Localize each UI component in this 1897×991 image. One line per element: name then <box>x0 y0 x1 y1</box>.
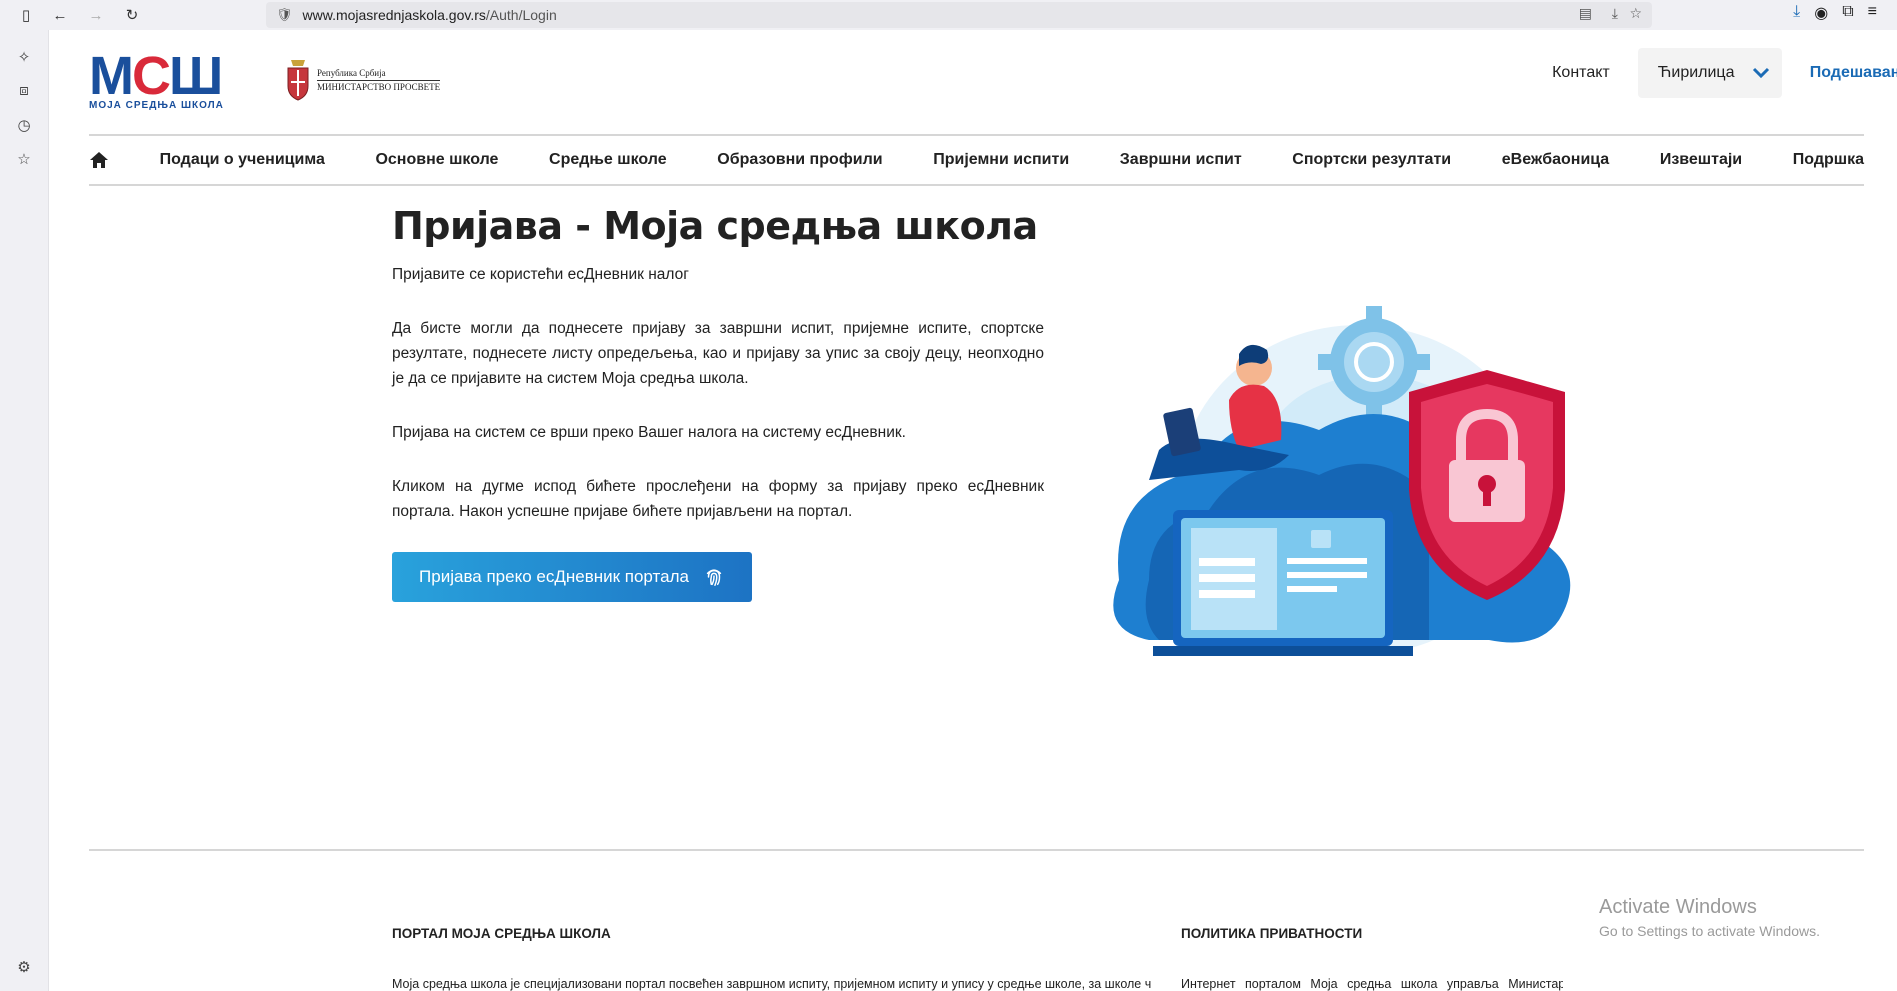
sidebar-toggle-icon[interactable]: ▯ <box>14 3 38 27</box>
back-icon[interactable]: ← <box>48 3 72 27</box>
footer-privacy-title[interactable]: ПОЛИТИКА ПРИВАТНОСТИ <box>1181 926 1362 941</box>
footer-divider <box>89 849 1864 851</box>
nav-item-reports[interactable]: Извештаји <box>1660 151 1742 169</box>
nav-item-support[interactable]: Подршка <box>1793 151 1864 169</box>
nav-item-evezbaonica[interactable]: еВежбаоница <box>1502 151 1609 169</box>
coat-of-arms-icon <box>287 60 309 101</box>
info-paragraph-2: Пријава на систем се врши преко Вашег на… <box>392 424 906 441</box>
home-icon[interactable] <box>89 150 109 170</box>
url-host: www.mojasrednjaskola.gov.rs <box>302 7 486 23</box>
footer-portal-title: ПОРТАЛ МОЈА СРЕДЊА ШКОЛА <box>392 926 611 941</box>
nav-item-students-data[interactable]: Подаци о ученицима <box>160 151 325 169</box>
ministry-logo[interactable]: Република Србија МИНИСТАРСТВО ПРОСВЕТЕ <box>285 58 441 102</box>
security-illustration <box>1113 306 1571 656</box>
downloads-icon[interactable]: ⤓ <box>1793 3 1800 23</box>
logo-letter-sh: Ш <box>168 46 223 106</box>
bookmarks-icon[interactable]: ☆ <box>14 150 34 170</box>
info-paragraph-1: Да бисте могли да поднесете пријаву за з… <box>392 320 1044 387</box>
ministry-line2: МИНИСТАРСТВО ПРОСВЕТЕ <box>317 79 441 92</box>
login-button-label: Пријава преко есДневник портала <box>419 567 689 586</box>
msh-logo[interactable]: МСШ МОЈА СРЕДЊА ШКОЛА <box>89 46 229 111</box>
extensions-icon[interactable]: ⧉ <box>1842 3 1853 23</box>
save-page-icon[interactable]: ⤓ <box>1612 5 1618 22</box>
language-value: Ћирилица <box>1657 64 1735 81</box>
nav-item-sports-results[interactable]: Спортски резултати <box>1292 151 1451 169</box>
site-header: МСШ МОЈА СРЕДЊА ШКОЛА Република Србија М… <box>89 48 1897 120</box>
nav-item-primary-schools[interactable]: Основне школе <box>375 151 498 169</box>
ai-sparkle-icon[interactable]: ✧ <box>14 48 34 68</box>
contact-link[interactable]: Контакт <box>1552 64 1610 82</box>
account-icon[interactable]: ◉ <box>1814 3 1828 23</box>
nav-item-entrance-exams[interactable]: Пријемни испити <box>933 151 1069 169</box>
intro-text: Пријавите се користећи есДневник налог <box>392 266 689 283</box>
bookmark-star-icon[interactable]: ☆ <box>1629 5 1642 22</box>
ministry-line1: Република Србија <box>317 67 386 78</box>
web-page: МСШ МОЈА СРЕДЊА ШКОЛА Република Србија М… <box>49 30 1897 991</box>
logo-subtitle: МОЈА СРЕДЊА ШКОЛА <box>89 100 224 111</box>
footer-portal-text: Моја средња школа је специјализовани пор… <box>392 977 1152 991</box>
logo-letter-m: М <box>89 46 134 106</box>
fingerprint-icon <box>706 569 722 586</box>
activate-title: Activate Windows <box>1599 896 1757 918</box>
browser-toolbar: ▯ ← → ↻ 🛡 www.mojasrednjaskola.gov.rs/Au… <box>0 0 1897 30</box>
nav-item-final-exam[interactable]: Завршни испит <box>1120 151 1242 169</box>
shield-icon: 🛡 <box>276 7 293 22</box>
login-content: Пријава - Моја средња школа Пријавите се… <box>392 204 1044 602</box>
settings-link[interactable]: Подешавања <box>1810 64 1897 82</box>
address-bar[interactable]: 🛡 www.mojasrednjaskola.gov.rs/Auth/Login… <box>266 2 1652 28</box>
reload-icon[interactable]: ↻ <box>120 3 144 27</box>
main-nav: Подаци о ученицима Основне школе Средње … <box>89 134 1864 186</box>
esdnevnik-login-button[interactable]: Пријава преко есДневник портала <box>392 552 752 602</box>
nav-item-education-profiles[interactable]: Образовни профили <box>717 151 882 169</box>
nav-item-secondary-schools[interactable]: Средње школе <box>549 151 667 169</box>
info-paragraph-3: Кликом на дугме испод бићете прослеђени … <box>392 478 1044 520</box>
page-title: Пријава - Моја средња школа <box>392 204 1038 248</box>
reader-view-icon[interactable]: ▤ <box>1579 5 1592 22</box>
logo-letter-s: С <box>131 46 171 106</box>
menu-icon[interactable]: ≡ <box>1868 3 1877 23</box>
activate-subtitle: Go to Settings to activate Windows. <box>1599 923 1820 939</box>
forward-icon[interactable]: → <box>84 3 108 27</box>
footer-privacy-text: Интернет порталом Моја средња школа упра… <box>1181 977 1563 991</box>
url-path: /Auth/Login <box>485 7 557 23</box>
sidebar-settings-icon[interactable]: ⚙ <box>14 958 34 978</box>
synced-tabs-icon[interactable]: ⧈ <box>14 82 34 102</box>
language-select[interactable]: Ћирилица <box>1637 48 1782 98</box>
history-icon[interactable]: ◷ <box>14 116 34 136</box>
activate-windows-watermark: Activate Windows Go to Settings to activ… <box>1599 896 1820 939</box>
browser-sidebar: ✧ ⧈ ◷ ☆ ⚙ <box>0 30 49 991</box>
chevron-down-icon <box>1752 67 1769 79</box>
